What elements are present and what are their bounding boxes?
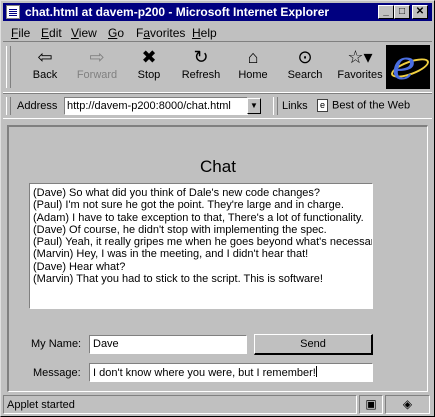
- menu-go[interactable]: Go: [108, 26, 124, 40]
- window-title: chat.html at davem-p200 - Microsoft Inte…: [25, 5, 330, 19]
- links-label[interactable]: Links: [282, 100, 308, 112]
- chat-message: (Paul) Yeah, it really gripes me when he…: [33, 236, 373, 249]
- address-label: Address: [17, 100, 58, 112]
- page-link-icon: e: [317, 99, 328, 112]
- back-arrow-icon: ⇦: [37, 47, 53, 67]
- stop-button[interactable]: ✖ Stop: [125, 46, 173, 88]
- forward-button[interactable]: ⇨ Forward: [73, 46, 121, 88]
- chat-message: (Dave) Of course, he didn't stop with im…: [33, 223, 327, 236]
- browser-window: chat.html at davem-p200 - Microsoft Inte…: [0, 0, 435, 417]
- back-button[interactable]: ⇦ Back: [21, 46, 69, 88]
- text-caret: [315, 366, 317, 377]
- close-button[interactable]: ✕: [412, 5, 428, 19]
- search-button[interactable]: ⊙ Search: [281, 46, 329, 88]
- title-bar[interactable]: chat.html at davem-p200 - Microsoft Inte…: [3, 3, 432, 21]
- refresh-icon: ↻: [193, 47, 209, 67]
- forward-arrow-icon: ⇨: [89, 47, 105, 67]
- menu-file[interactable]: File: [11, 26, 30, 40]
- links-grip[interactable]: [273, 97, 278, 115]
- message-label: Message:: [33, 367, 81, 379]
- chat-message: (Dave) So what did you think of Dale's n…: [33, 187, 321, 199]
- best-of-the-web-link[interactable]: e Best of the Web: [317, 99, 410, 112]
- name-input[interactable]: Dave: [89, 335, 247, 354]
- chat-title: Chat: [200, 157, 236, 176]
- standard-toolbar: ⇦ Back ⇨ Forward ✖ Stop ↻ Refresh ⌂ Home…: [3, 41, 432, 93]
- message-input[interactable]: I don't know where you were, but I remem…: [89, 363, 373, 382]
- ie-logo-icon: e: [386, 43, 430, 89]
- send-button[interactable]: Send: [254, 334, 373, 355]
- status-bar: Applet started ▣ ◈: [3, 395, 432, 414]
- menu-favorites[interactable]: Favorites: [136, 26, 185, 40]
- chat-message: (Marvin) Hey, I was in the meeting, and …: [33, 248, 309, 261]
- chat-message: (Paul) I'm not sure he got the point. Th…: [33, 199, 344, 212]
- stop-icon: ✖: [141, 47, 157, 67]
- chat-message: (Adam) I have to take exception to that,…: [33, 211, 364, 224]
- refresh-button[interactable]: ↻ Refresh: [177, 46, 225, 88]
- name-label: My Name:: [31, 338, 82, 350]
- favorites-button[interactable]: ☆▾ Favorites: [333, 46, 387, 88]
- maximize-button[interactable]: □: [394, 5, 410, 19]
- page-content: Chat (Dave) So what did you think of Dal…: [7, 125, 428, 392]
- address-input[interactable]: http://davem-p200:8000/chat.html: [64, 97, 248, 115]
- chat-message: (Marvin) That you had to stick to the sc…: [33, 273, 323, 286]
- chat-message: (Dave) Hear what?: [33, 260, 126, 273]
- favorites-folder-icon: ☆▾: [347, 47, 373, 67]
- menu-view[interactable]: View: [71, 26, 97, 40]
- home-icon: ⌂: [247, 47, 259, 67]
- search-icon: ⊙: [297, 47, 313, 67]
- chat-log[interactable]: (Dave) So what did you think of Dale's n…: [29, 183, 373, 309]
- applet-status-icon: ▣: [359, 395, 383, 414]
- toolbar-grip[interactable]: [6, 46, 11, 88]
- address-bar: Address http://davem-p200:8000/chat.html…: [3, 93, 432, 119]
- menu-edit[interactable]: Edit: [41, 26, 62, 40]
- minimize-button[interactable]: _: [378, 5, 394, 19]
- address-grip[interactable]: [6, 97, 11, 115]
- home-button[interactable]: ⌂ Home: [229, 46, 277, 88]
- status-text: Applet started: [3, 395, 357, 414]
- page-icon[interactable]: [6, 5, 20, 19]
- menu-help[interactable]: Help: [192, 26, 217, 40]
- menu-bar: File Edit View Go Favorites Help: [3, 23, 432, 41]
- address-dropdown-button[interactable]: ▼: [247, 98, 261, 114]
- internet-zone-icon: ◈: [385, 395, 430, 414]
